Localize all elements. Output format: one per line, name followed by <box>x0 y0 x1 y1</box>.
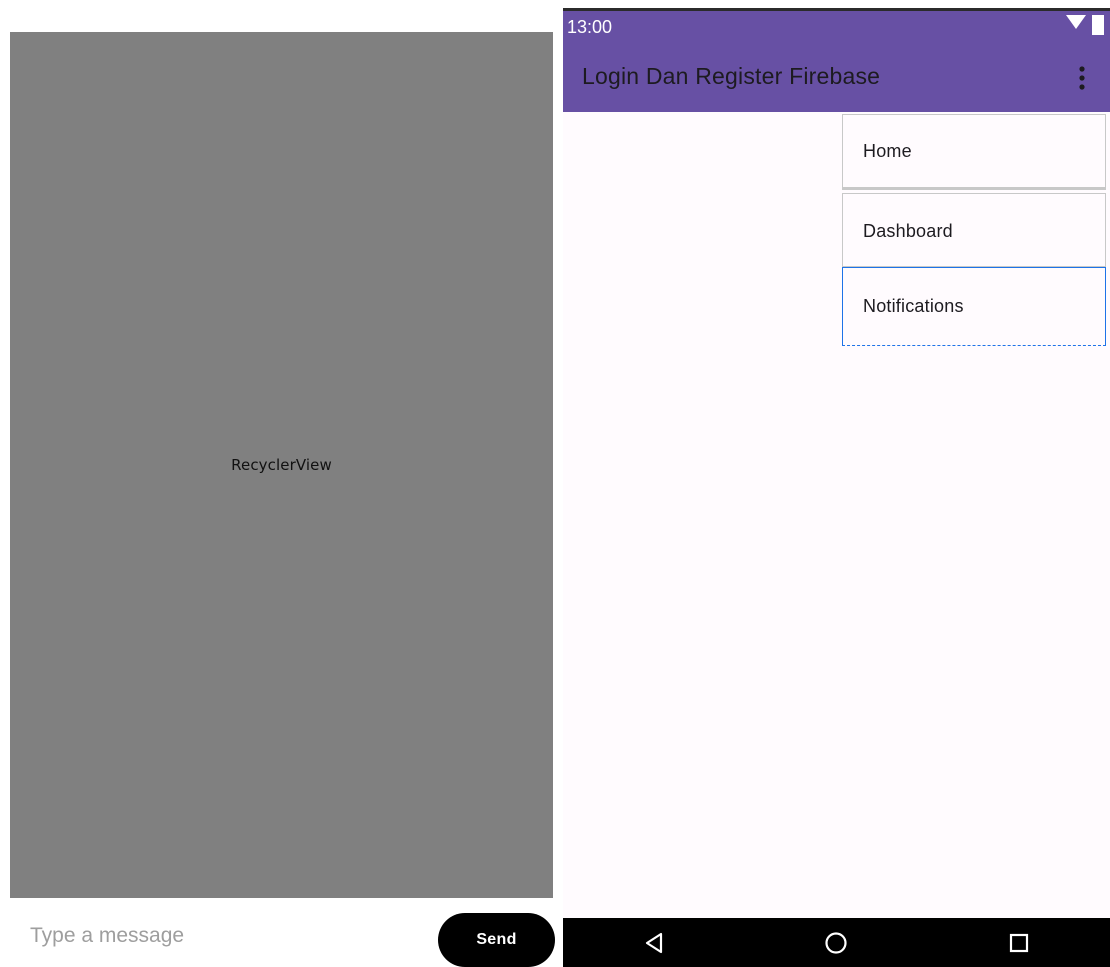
menu-item-home[interactable]: Home <box>842 114 1106 190</box>
android-device-screen: 13:00 Login Dan Register Firebase Home D… <box>563 8 1110 967</box>
menu-item-label: Notifications <box>863 296 964 316</box>
send-button[interactable]: Send <box>438 913 555 967</box>
wifi-icon <box>1066 15 1086 36</box>
menu-item-dashboard[interactable]: Dashboard <box>842 193 1106 267</box>
home-icon[interactable] <box>806 918 866 967</box>
overflow-popup-menu: Home Dashboard Notifications <box>842 114 1106 346</box>
status-bar: 13:00 <box>563 11 1110 51</box>
menu-item-label: Home <box>863 140 912 161</box>
status-icons <box>1066 15 1104 40</box>
menu-item-notifications[interactable]: Notifications <box>842 267 1106 346</box>
battery-icon <box>1092 15 1104 40</box>
navigation-bar <box>563 918 1110 967</box>
recycler-view-label: RecyclerView <box>231 456 332 474</box>
recents-icon[interactable] <box>989 918 1049 967</box>
more-vert-icon[interactable] <box>1068 61 1096 95</box>
message-input[interactable] <box>18 912 418 960</box>
app-title: Login Dan Register Firebase <box>582 63 881 89</box>
back-icon[interactable] <box>624 918 684 967</box>
status-time: 13:00 <box>567 17 613 37</box>
menu-item-label: Dashboard <box>863 220 953 241</box>
layout-preview: RecyclerView Send <box>10 32 555 967</box>
app-bar: Login Dan Register Firebase <box>563 51 1110 112</box>
recycler-view-placeholder[interactable]: RecyclerView <box>10 32 553 898</box>
